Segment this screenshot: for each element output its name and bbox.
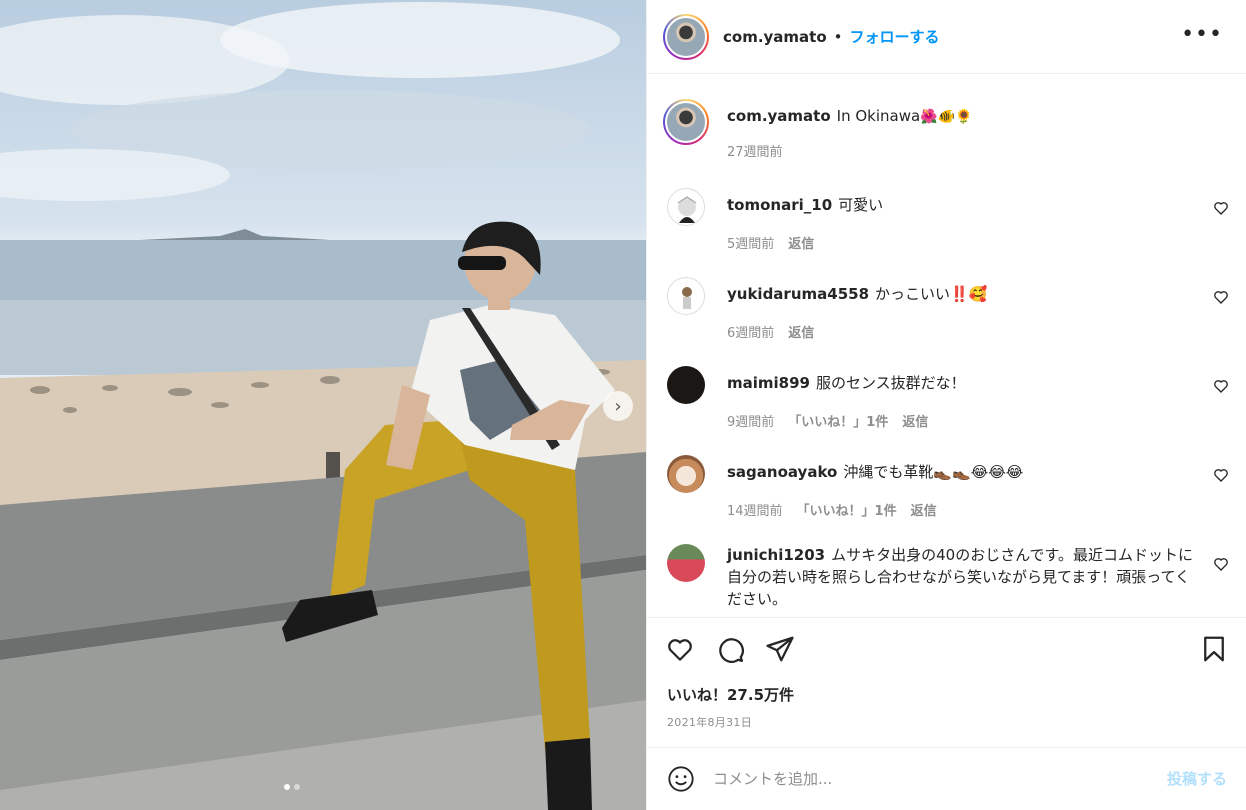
heart-icon[interactable] [665, 634, 695, 664]
comment-item: saganoayako 沖縄でも革靴👞👞😂😂😂 14週間前 「いいね！」1件 返信 [647, 455, 1246, 544]
commenter-username[interactable]: yukidaruma4558 [727, 285, 869, 303]
caption-body: In Okinawa [836, 107, 921, 125]
separator-dot: • [833, 27, 843, 46]
caption-emoji: 🌺🐠🌻 [920, 109, 973, 125]
comments-list[interactable]: com.yamato In Okinawa🌺🐠🌻 27週間前 tomonari_1… [647, 75, 1246, 617]
commenter-avatar[interactable] [667, 188, 705, 226]
caption-text: com.yamato In Okinawa🌺🐠🌻 [727, 107, 972, 125]
reply-button[interactable]: 返信 [902, 411, 928, 430]
post-actions: いいね！27.5万件 2021年8月31日 [647, 617, 1246, 747]
carousel-indicator [284, 784, 300, 790]
post-sidebar: com.yamato • フォローする ••• com.yamato In Oki… [646, 0, 1246, 810]
comment-text: saganoayako 沖縄でも革靴👞👞😂😂😂 [727, 461, 1197, 483]
comment-timestamp: 9週間前 [727, 415, 775, 430]
post-photo: › [0, 0, 646, 810]
comment-timestamp: 5週間前 [727, 237, 775, 252]
caption-timestamp: 27週間前 [727, 145, 783, 160]
comment-text: maimi899 服のセンス抜群だな！ [727, 372, 1197, 394]
heart-icon[interactable] [1213, 556, 1229, 572]
comment-item: maimi899 服のセンス抜群だな！ 9週間前 「いいね！」1件 返信 [647, 366, 1246, 455]
commenter-avatar[interactable] [667, 455, 705, 493]
reply-button[interactable]: 返信 [911, 500, 937, 519]
comment-meta: 6週間前 返信 [727, 322, 814, 341]
comment-meta: 5週間前 返信 [727, 233, 814, 252]
comment-input[interactable] [713, 766, 1133, 792]
reply-button[interactable]: 返信 [788, 233, 814, 252]
author-username[interactable]: com.yamato [723, 28, 827, 46]
commenter-avatar[interactable] [667, 544, 705, 582]
comment-timestamp: 6週間前 [727, 326, 775, 341]
comment-text: tomonari_10 可愛い [727, 194, 1197, 216]
chevron-right-icon: › [614, 395, 622, 417]
comment-timestamp: 14週間前 [727, 504, 783, 519]
carousel-dot-active [284, 784, 290, 790]
comment-likes-count[interactable]: 「いいね！」1件 [797, 500, 897, 519]
bookmark-icon[interactable] [1199, 634, 1229, 664]
commenter-avatar[interactable] [667, 366, 705, 404]
comment-text: junichi1203 ムサキタ出身の40のおじさんです。最近コムドットに自分の若… [727, 544, 1197, 610]
post-date: 2021年8月31日 [667, 716, 752, 729]
add-comment-bar: 投稿する [647, 747, 1246, 810]
post-comment-button[interactable]: 投稿する [1167, 768, 1227, 789]
carousel-dot [294, 784, 300, 790]
comment-body: かっこいい‼️🥰 [875, 285, 988, 303]
commenter-username[interactable]: saganoayako [727, 463, 837, 481]
more-options-icon[interactable]: ••• [1181, 24, 1223, 46]
commenter-username[interactable]: junichi1203 [727, 546, 825, 564]
post-header: com.yamato • フォローする ••• [647, 0, 1246, 74]
comment-item: tomonari_10 可愛い 5週間前 返信 [647, 188, 1246, 277]
comment-item: junichi1203 ムサキタ出身の40のおじさんです。最近コムドットに自分の若… [647, 544, 1246, 617]
heart-icon[interactable] [1213, 200, 1229, 216]
photo-illustration [0, 2, 646, 810]
reply-button[interactable]: 返信 [788, 322, 814, 341]
heart-icon[interactable] [1213, 289, 1229, 305]
comment-body: 服のセンス抜群だな！ [815, 374, 966, 392]
comment-meta: 9週間前 「いいね！」1件 返信 [727, 411, 928, 430]
likes-count[interactable]: いいね！27.5万件 [667, 684, 794, 705]
comment-text: yukidaruma4558 かっこいい‼️🥰 [727, 283, 1197, 305]
commenter-username[interactable]: maimi899 [727, 374, 810, 392]
comment-likes-count[interactable]: 「いいね！」1件 [788, 411, 888, 430]
next-photo-button[interactable]: › [603, 391, 633, 421]
comment-body: 沖縄でも革靴👞👞😂😂😂 [843, 463, 1024, 481]
heart-icon[interactable] [1213, 467, 1229, 483]
heart-icon[interactable] [1213, 378, 1229, 394]
paper-plane-icon[interactable] [765, 634, 795, 664]
caption-author-avatar[interactable] [663, 99, 709, 145]
follow-button[interactable]: フォローする [850, 26, 940, 47]
commenter-username[interactable]: tomonari_10 [727, 196, 832, 214]
author-avatar[interactable] [663, 13, 709, 60]
comment-bubble-icon[interactable] [715, 634, 745, 664]
comment-meta: 14週間前 「いいね！」1件 返信 [727, 500, 937, 519]
comment-item: yukidaruma4558 かっこいい‼️🥰 6週間前 返信 [647, 277, 1246, 366]
smiley-icon[interactable] [667, 765, 695, 793]
caption-username[interactable]: com.yamato [727, 107, 831, 125]
comment-body: 可愛い [838, 196, 884, 214]
commenter-avatar[interactable] [667, 277, 705, 315]
